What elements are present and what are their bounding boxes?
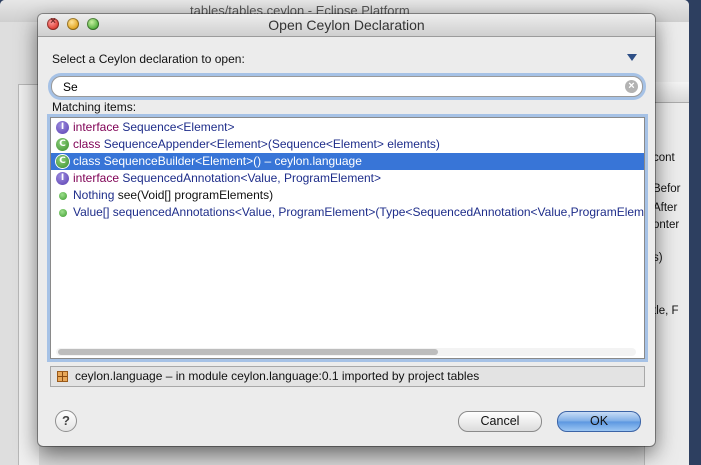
list-item-selected[interactable]: C class SequenceBuilder<Element>() – cey…: [51, 153, 644, 170]
interface-icon: I: [56, 172, 69, 185]
background-text: tle, F: [653, 305, 679, 317]
horizontal-scrollbar[interactable]: [56, 348, 636, 356]
item-keyword: class: [73, 137, 101, 151]
matching-items-label: Matching items:: [52, 100, 137, 114]
item-keyword: interface: [73, 171, 120, 185]
item-signature: <Element>: [176, 120, 235, 134]
background-text: After: [653, 202, 678, 214]
method-icon: [59, 192, 67, 200]
list-item[interactable]: Value[] sequencedAnnotations<Value, Prog…: [51, 204, 644, 221]
open-declaration-dialog: Open Ceylon Declaration Select a Ceylon …: [38, 14, 655, 446]
item-signature: <Value, ProgramElement>: [240, 171, 382, 185]
item-return-type: Nothing: [73, 188, 115, 202]
background-editor-gutter: [18, 84, 39, 465]
status-text: ceylon.language – in module ceylon.langu…: [75, 369, 480, 383]
list-item[interactable]: I interface SequencedAnnotation<Value, P…: [51, 170, 644, 187]
item-name: SequenceAppender: [103, 137, 210, 151]
item-signature: see(Void[] programElements): [114, 188, 274, 202]
matching-items-list[interactable]: I interface Sequence<Element> C class Se…: [50, 117, 645, 359]
class-icon: C: [56, 138, 69, 151]
list-item[interactable]: Nothing see(Void[] programElements): [51, 187, 644, 204]
scrollbar-thumb[interactable]: [58, 349, 438, 355]
package-icon: [57, 371, 68, 382]
dialog-title: Open Ceylon Declaration: [268, 17, 425, 33]
help-button[interactable]: ?: [55, 410, 77, 432]
interface-icon: I: [56, 121, 69, 134]
search-input[interactable]: [63, 79, 623, 94]
item-name: SequenceBuilder: [103, 154, 196, 168]
item-name: Sequence: [122, 120, 177, 134]
ok-button[interactable]: OK: [557, 411, 641, 432]
class-icon: C: [56, 155, 69, 168]
background-left-panel: [0, 22, 39, 465]
item-keyword: interface: [73, 120, 120, 134]
view-menu-icon[interactable]: [627, 54, 637, 61]
search-field[interactable]: ×: [51, 76, 643, 97]
item-keyword: class: [73, 154, 101, 168]
background-text: onter: [653, 219, 680, 231]
item-name: SequencedAnnotation: [122, 171, 241, 185]
list-item[interactable]: C class SequenceAppender<Element>(Sequen…: [51, 136, 644, 153]
clear-icon[interactable]: ×: [625, 80, 638, 93]
item-signature: <Element>() – ceylon.language: [195, 154, 362, 168]
cancel-button[interactable]: Cancel: [458, 411, 542, 432]
dialog-titlebar[interactable]: Open Ceylon Declaration: [38, 14, 655, 37]
list-item[interactable]: I interface Sequence<Element>: [51, 119, 644, 136]
background-text: cont: [653, 152, 675, 164]
item-signature: sequencedAnnotations<Value, ProgramEleme…: [109, 205, 645, 219]
details-status-bar: ceylon.language – in module ceylon.langu…: [50, 366, 645, 387]
method-icon: [59, 209, 67, 217]
background-text: Befor: [653, 183, 681, 195]
dialog-prompt: Select a Ceylon declaration to open:: [52, 52, 245, 66]
item-return-type: Value[]: [73, 205, 110, 219]
item-signature: <Element>(Sequence<Element> elements): [209, 137, 440, 151]
